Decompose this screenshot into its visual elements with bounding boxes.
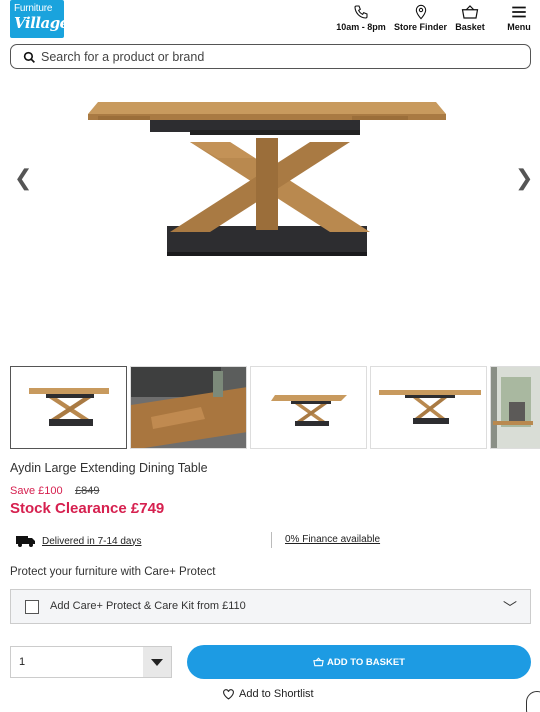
clearance-price: Stock Clearance £749	[10, 500, 165, 517]
chat-widget-button[interactable]	[526, 691, 540, 712]
gallery-next-button[interactable]: ❯	[515, 166, 533, 191]
chevron-down-icon[interactable]: ﹀	[503, 598, 517, 618]
thumbnail-table-front	[29, 388, 109, 426]
basket-link[interactable]: Basket	[452, 4, 488, 32]
heart-icon	[223, 689, 234, 700]
finance-link[interactable]: 0% Finance available	[285, 534, 380, 545]
thumbnail-table-extended	[379, 390, 481, 424]
logo-line-2: Village	[14, 14, 69, 32]
thumbnail-room-scene	[131, 367, 246, 448]
care-protect-label: Add Care+ Protect & Care Kit from £110	[50, 600, 246, 612]
search-input[interactable]	[41, 48, 511, 66]
shortlist-label: Add to Shortlist	[239, 688, 314, 700]
menu-label: Menu	[507, 22, 531, 32]
store-finder-link[interactable]: Store Finder	[393, 4, 448, 32]
delivery-link[interactable]: Delivered in 7-14 days	[42, 536, 142, 547]
was-price: £849	[75, 485, 100, 497]
delivery-info[interactable]: Delivered in 7-14 days	[16, 533, 142, 549]
info-divider	[271, 532, 272, 548]
product-title: Aydin Large Extending Dining Table	[10, 461, 208, 475]
basket-label: Basket	[455, 22, 485, 32]
thumbnail-5[interactable]	[490, 366, 540, 449]
thumbnail-chairs-scene	[491, 367, 540, 448]
site-header: Furniture Village 10am - 8pm Store Finde…	[0, 0, 540, 40]
thumbnail-strip	[10, 366, 540, 449]
quantity-select[interactable]: 1	[10, 646, 172, 678]
thumbnail-table-angle	[271, 395, 347, 426]
search-icon	[23, 51, 35, 63]
menu-button[interactable]: Menu	[505, 4, 533, 32]
gallery-prev-button[interactable]: ❮	[14, 166, 32, 191]
care-protect-option[interactable]: Add Care+ Protect & Care Kit from £110 ﹀	[10, 589, 531, 624]
phone-icon	[354, 5, 368, 19]
add-to-shortlist-link[interactable]: Add to Shortlist	[222, 688, 314, 700]
thumbnail-4[interactable]	[370, 366, 487, 449]
quantity-value: 1	[19, 656, 26, 668]
dropdown-arrow-icon[interactable]	[143, 647, 171, 677]
furniture-village-logo[interactable]: Furniture Village	[10, 0, 69, 38]
dining-table-illustration	[88, 102, 446, 256]
basket-icon	[461, 5, 479, 19]
basket-icon	[313, 657, 324, 667]
location-pin-icon	[415, 4, 426, 20]
store-finder-label: Store Finder	[393, 22, 447, 32]
thumbnail-1[interactable]	[10, 366, 127, 449]
search-bar[interactable]	[10, 44, 531, 69]
care-heading: Protect your furniture with Care+ Protec…	[10, 566, 216, 578]
thumbnail-3[interactable]	[250, 366, 367, 449]
add-to-basket-button[interactable]: ADD TO BASKET	[187, 645, 531, 679]
care-protect-checkbox[interactable]	[25, 600, 39, 614]
phone-link[interactable]: 10am - 8pm	[336, 4, 386, 32]
delivery-truck-icon	[16, 536, 35, 547]
save-amount: Save £100	[10, 485, 63, 497]
hamburger-menu-icon	[512, 6, 526, 18]
phone-hours-label: 10am - 8pm	[336, 22, 386, 32]
product-main-image[interactable]	[40, 72, 500, 357]
add-to-basket-label: ADD TO BASKET	[327, 656, 405, 668]
thumbnail-2[interactable]	[130, 366, 247, 449]
